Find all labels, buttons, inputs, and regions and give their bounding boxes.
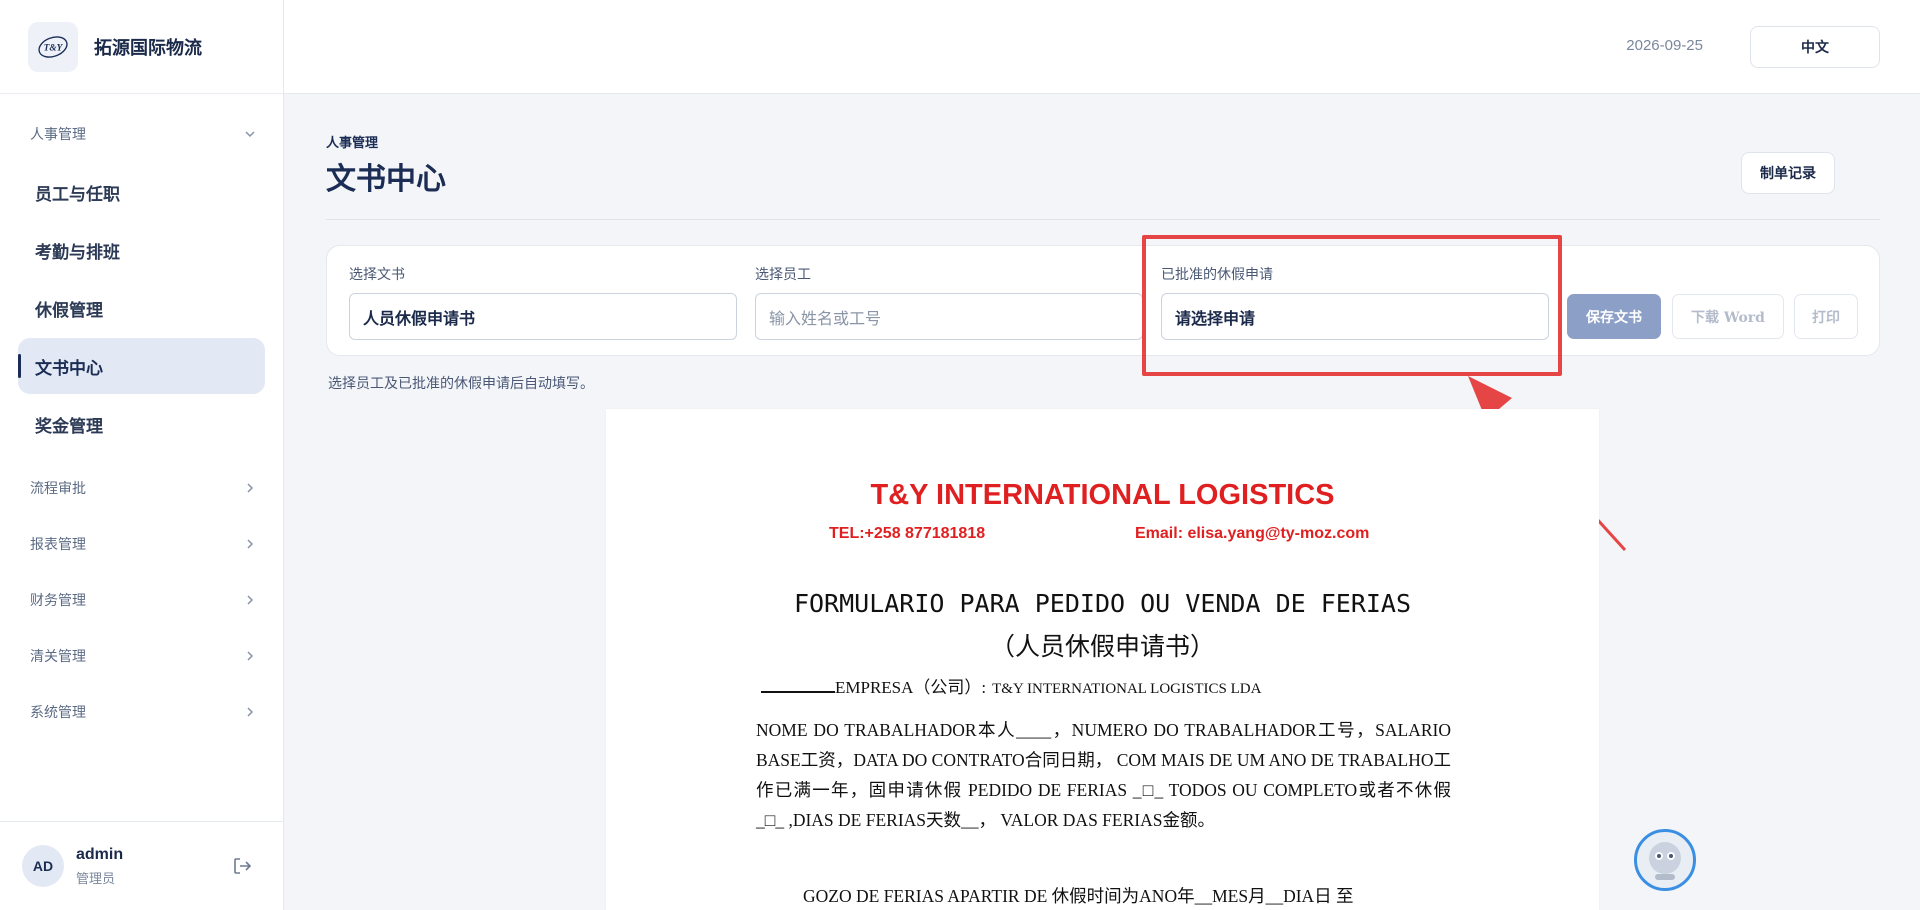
user-info: admin 管理员 (76, 846, 123, 887)
sidebar-item-label: 奖金管理 (35, 416, 103, 436)
chevron-right-icon (247, 651, 254, 661)
sidebar-item-attendance[interactable]: 考勤与排班 (18, 222, 265, 278)
nav-sub-hr: 员工与任职 考勤与排班 休假管理 文书中心 奖金管理 (0, 160, 283, 460)
nav-group-hr[interactable]: 人事管理 (0, 108, 283, 160)
ty-logo-icon: T&Y (38, 35, 68, 58)
logout-icon[interactable] (231, 855, 253, 877)
doc-empresa-value: T&Y INTERNATIONAL LOGISTICS LDA (992, 681, 1262, 697)
svg-text:T&Y: T&Y (44, 43, 64, 53)
sidebar-item-label: 考勤与排班 (35, 242, 120, 262)
nav-group-customs[interactable]: 清关管理 (0, 628, 283, 684)
field-label: 选择员工 (755, 266, 811, 282)
chevron-down-icon (245, 131, 255, 138)
robot-icon (1649, 842, 1681, 880)
nav-group-label: 报表管理 (30, 536, 86, 552)
nav-collapsed-groups: 流程审批 报表管理 财务管理 清关管理 系统管理 (0, 460, 283, 740)
employee-search-input[interactable]: 输入姓名或工号 (755, 293, 1143, 340)
user-name: admin (76, 845, 124, 863)
document-preview: T&Y INTERNATIONAL LOGISTICS TEL:+258 877… (606, 409, 1599, 910)
nav-group-reports[interactable]: 报表管理 (0, 516, 283, 572)
breadcrumb[interactable]: 人事管理 (326, 132, 378, 151)
doc-tel: TEL:+258 877181818 (829, 525, 986, 542)
sidebar-item-label: 休假管理 (35, 300, 103, 320)
sidebar-item-label: 文书中心 (35, 358, 103, 378)
user-panel: AD admin 管理员 (0, 821, 283, 910)
save-document-button[interactable]: 保存文书 (1567, 294, 1661, 339)
chevron-right-icon (247, 483, 254, 493)
topbar: 2026-09-25 中文 (284, 0, 1920, 94)
sidebar-nav: 人事管理 员工与任职 考勤与排班 休假管理 文书中心 奖金管理 流程审批 报表管… (0, 94, 283, 740)
brand-header: T&Y 拓源国际物流 (0, 0, 283, 94)
document-select[interactable]: 人员休假申请书 (349, 293, 737, 340)
doc-email: Email: elisa.yang@ty-moz.com (1135, 525, 1370, 542)
nav-group-label: 清关管理 (30, 648, 86, 664)
language-button[interactable]: 中文 (1750, 26, 1880, 68)
chevron-right-icon (247, 539, 254, 549)
page-title: 文书中心 (326, 162, 446, 197)
document-select-field: 选择文书 人员休假申请书 (349, 264, 737, 340)
nav-group-label: 系统管理 (30, 704, 86, 720)
doc-title-cn: （人员休假申请书） (989, 632, 1215, 661)
header-divider (326, 219, 1880, 220)
print-button[interactable]: 打印 (1794, 294, 1858, 339)
sidebar: T&Y 拓源国际物流 人事管理 员工与任职 考勤与排班 休假管理 文书中心 奖金… (0, 0, 284, 910)
doc-empresa-label: EMPRESA（公司）: (835, 678, 987, 697)
company-logo[interactable]: T&Y (28, 21, 78, 72)
nav-group-system[interactable]: 系统管理 (0, 684, 283, 740)
nav-group-label: 流程审批 (30, 480, 86, 496)
assistant-bot-button[interactable] (1634, 829, 1696, 891)
doc-paragraph-1: NOME DO TRABALHADOR本人____，NUMERO DO TRAB… (756, 720, 1451, 830)
sidebar-item-employees[interactable]: 员工与任职 (18, 164, 265, 220)
sidebar-item-leave[interactable]: 休假管理 (18, 280, 265, 336)
records-button[interactable]: 制单记录 (1741, 152, 1835, 194)
sidebar-item-bonus[interactable]: 奖金管理 (18, 396, 265, 452)
doc-paragraph-2: GOZO DE FERIAS APARTIR DE 休假时间为ANO年__MES… (803, 886, 1354, 906)
field-label: 选择文书 (349, 266, 405, 282)
chevron-right-icon (247, 707, 254, 717)
document-form-panel: 选择文书 人员休假申请书 选择员工 输入姓名或工号 已批准的休假申请 请选择申请… (326, 245, 1880, 356)
form-hint: 选择员工及已批准的休假申请后自动填写。 (328, 375, 594, 391)
avatar[interactable]: AD (22, 845, 64, 887)
user-role: 管理员 (76, 870, 116, 886)
brand-name: 拓源国际物流 (94, 37, 202, 58)
nav-group-workflow[interactable]: 流程审批 (0, 460, 283, 516)
sidebar-item-documents[interactable]: 文书中心 (18, 338, 265, 394)
nav-group-label: 财务管理 (30, 592, 86, 608)
nav-group-finance[interactable]: 财务管理 (0, 572, 283, 628)
nav-group-label: 人事管理 (30, 126, 86, 142)
doc-company-name: T&Y INTERNATIONAL LOGISTICS (870, 479, 1335, 511)
current-date: 2026-09-25 (1626, 37, 1703, 54)
doc-empresa-line: EMPRESA（公司）: T&Y INTERNATIONAL LOGISTICS … (761, 673, 1261, 698)
chevron-right-icon (247, 595, 254, 605)
employee-field: 选择员工 输入姓名或工号 (755, 264, 1143, 340)
download-word-button[interactable]: 下载 Word (1672, 294, 1784, 339)
doc-title-pt: FORMULARIO PARA PEDIDO OU VENDA DE FERIA… (793, 589, 1412, 618)
highlight-box (1142, 235, 1562, 376)
sidebar-item-label: 员工与任职 (35, 184, 120, 204)
blank-underline (761, 681, 835, 693)
